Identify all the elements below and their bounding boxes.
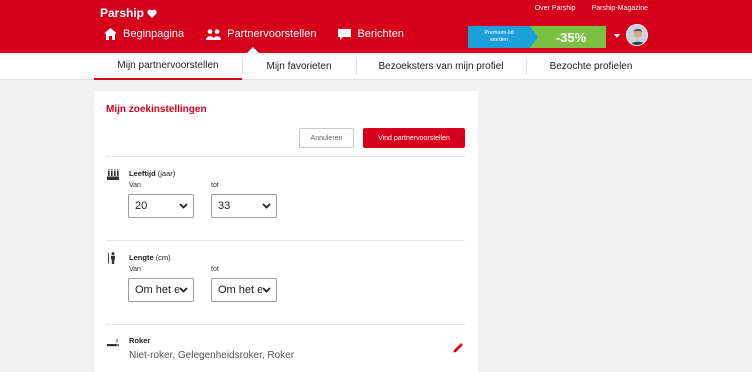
heart-icon xyxy=(147,9,157,18)
age-from-label: Van xyxy=(129,182,141,189)
logo-text: Parship xyxy=(100,6,145,20)
chevron-down-icon xyxy=(179,203,188,209)
tab-my-partner-suggestions[interactable]: Mijn partnervoorstellen xyxy=(94,53,242,80)
people-icon xyxy=(206,28,222,40)
sub-nav: Mijn partnervoorstellen Mijn favorieten … xyxy=(0,53,752,80)
smoker-section-title: Roker xyxy=(129,336,150,345)
search-settings-card: Mijn zoekinstellingen Annuleren Vind par… xyxy=(94,91,478,372)
nav-messages[interactable]: Berichten xyxy=(338,28,404,40)
age-title: Leeftijd xyxy=(129,169,156,178)
height-from-value: Om het e xyxy=(135,284,181,296)
height-to-value: Om het e xyxy=(218,284,264,296)
divider xyxy=(106,240,465,241)
height-from-label: Van xyxy=(129,266,141,273)
home-icon xyxy=(104,28,117,40)
main-nav: Beginpagina Partnervoorstellen Berichten xyxy=(104,28,404,40)
age-from-value: 20 xyxy=(135,200,148,212)
smoker-title: Roker xyxy=(129,336,151,345)
premium-promo-button[interactable]: Premium-lid worden -35% xyxy=(468,26,606,48)
top-links: Over Parship Parship-Magazine xyxy=(535,5,648,12)
age-to-select[interactable]: 33 xyxy=(211,194,277,218)
nav-home-label: Beginpagina xyxy=(123,28,185,40)
chevron-down-icon xyxy=(262,287,271,293)
page-title: Mijn zoekinstellingen xyxy=(106,104,207,115)
divider xyxy=(106,324,465,325)
nav-partner-suggestions-label: Partnervoorstellen xyxy=(227,28,317,40)
account-dropdown-caret-icon[interactable] xyxy=(614,34,620,38)
tab-visitors[interactable]: Bezoeksters van mijn profiel xyxy=(356,53,526,80)
chevron-down-icon xyxy=(262,203,271,209)
chevron-down-icon xyxy=(179,287,188,293)
age-to-label: tot xyxy=(211,182,219,189)
link-magazine[interactable]: Parship-Magazine xyxy=(592,5,648,12)
profile-photo-icon xyxy=(627,25,647,45)
age-candles-icon xyxy=(107,169,119,180)
nav-partner-suggestions[interactable]: Partnervoorstellen xyxy=(206,28,316,40)
age-unit: (jaar) xyxy=(157,169,176,178)
age-to-value: 33 xyxy=(218,200,231,212)
height-to-label: tot xyxy=(211,266,219,273)
height-section-title: Lengte (cm) xyxy=(129,253,171,262)
parship-logo[interactable]: Parship xyxy=(100,6,157,20)
avatar[interactable] xyxy=(626,24,648,46)
promo-line1: Premium-lid xyxy=(484,30,514,36)
age-section-title: Leeftijd (jaar) xyxy=(129,169,175,178)
height-person-icon xyxy=(108,252,115,264)
link-about[interactable]: Over Parship xyxy=(535,5,576,12)
promo-label: Premium-lid worden xyxy=(468,26,538,48)
promo-line2: worden xyxy=(489,37,509,43)
edit-pencil-icon[interactable] xyxy=(453,343,463,353)
nav-home[interactable]: Beginpagina xyxy=(104,28,184,40)
nav-messages-label: Berichten xyxy=(357,28,404,40)
height-title: Lengte xyxy=(129,253,154,262)
height-unit: (cm) xyxy=(155,253,171,262)
tab-visited-profiles[interactable]: Bezochte profielen xyxy=(526,53,656,80)
promo-discount: -35% xyxy=(530,26,606,48)
age-from-select[interactable]: 20 xyxy=(128,194,194,218)
find-partner-suggestions-button[interactable]: Vind partnervoorstellen xyxy=(363,128,465,148)
smoker-value: Niet-roker, Gelegenheidsroker, Roker xyxy=(129,350,295,361)
tab-my-favorites[interactable]: Mijn favorieten xyxy=(242,53,356,80)
height-to-select[interactable]: Om het e xyxy=(211,278,277,302)
top-bar: Parship Over Parship Parship-Magazine Be… xyxy=(0,0,752,53)
cigarette-icon xyxy=(107,338,119,347)
chat-bubble-icon xyxy=(338,28,352,40)
height-from-select[interactable]: Om het e xyxy=(128,278,194,302)
cancel-button[interactable]: Annuleren xyxy=(299,128,354,148)
divider xyxy=(106,156,465,157)
